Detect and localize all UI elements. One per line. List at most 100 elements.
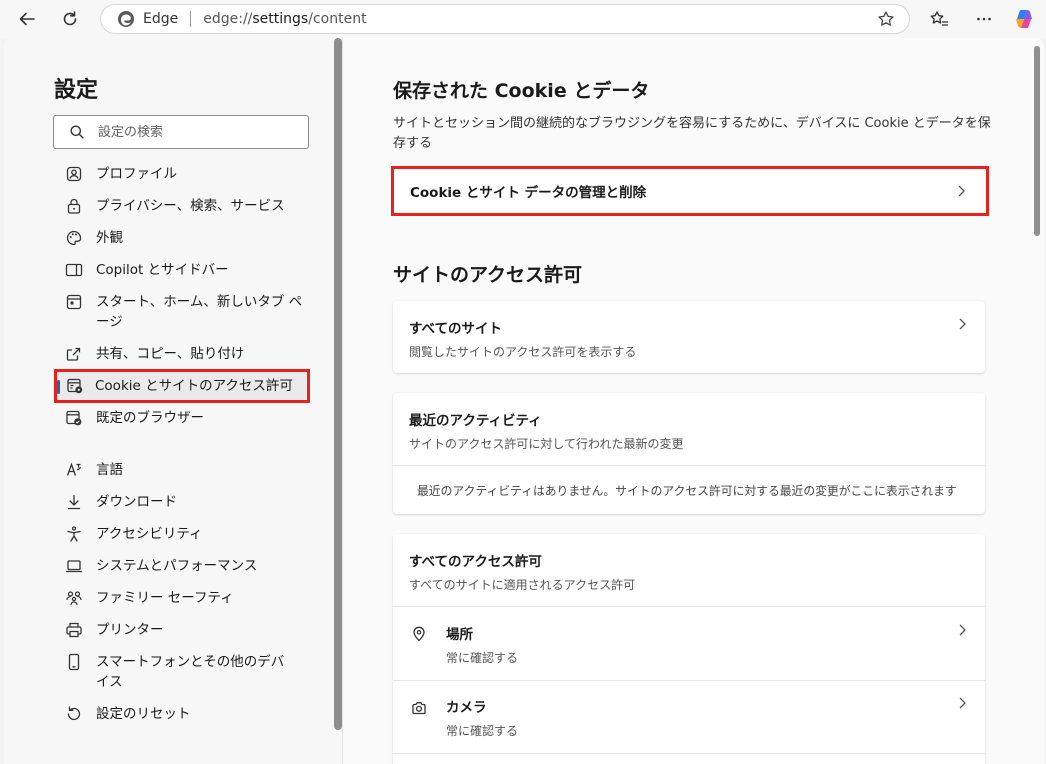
cookies-section-description: サイトとセッション間の継続的なブラウジングを容易にするために、デバイスに Coo…: [393, 116, 991, 151]
search-input[interactable]: [98, 124, 288, 140]
sidebar-item-label: Copilot とサイドバー: [96, 262, 229, 278]
camera-icon: [412, 702, 426, 715]
sidebar-item-cookies-permissions[interactable]: Cookie とサイトのアクセス許可: [54, 369, 310, 403]
permission-row-location[interactable]: 場所 常に確認する: [393, 607, 985, 679]
sidebar-item-accessibility[interactable]: アクセシビリティ: [54, 524, 310, 544]
url-path: /content: [308, 11, 367, 27]
permission-subtitle: 常に確認する: [446, 724, 519, 738]
favorite-star-icon[interactable]: [877, 10, 895, 28]
favorites-list-icon: [930, 11, 948, 26]
sidebar-item-profile[interactable]: プロファイル: [54, 164, 310, 184]
sidebar-item-printers[interactable]: プリンター: [54, 620, 310, 640]
recent-activity-card: 最近のアクティビティ サイトのアクセス許可に対して行われた最新の変更 最近のアク…: [393, 393, 985, 514]
browser-icon: [66, 410, 82, 426]
address-bar[interactable]: Edge edge://settings/content: [100, 4, 910, 34]
reset-icon: [67, 706, 81, 721]
all-sites-title: すべてのサイト: [409, 321, 503, 337]
sidebar-item-label: 既定のブラウザー: [96, 410, 204, 426]
sidebar-divider: [342, 38, 343, 764]
address-separator: [190, 11, 192, 27]
all-sites-card[interactable]: すべてのサイト 閲覧したサイトのアクセス許可を表示する: [393, 301, 985, 373]
manage-cookies-button[interactable]: Cookie とサイト データの管理と削除: [391, 166, 989, 216]
sidebar-item-start-home[interactable]: スタート、ホーム、新しいタブ ページ: [54, 292, 310, 332]
more-menu-button[interactable]: [969, 4, 999, 34]
permission-title: 場所: [446, 627, 473, 643]
permissions-section-heading: サイトのアクセス許可: [393, 264, 583, 286]
url-text: edge://settings/content: [203, 11, 366, 27]
sidebar-scrollbar[interactable]: [334, 38, 342, 730]
more-dots-icon: [977, 17, 991, 21]
sidebar-item-default-browser[interactable]: 既定のブラウザー: [54, 408, 310, 428]
profile-icon: [66, 166, 82, 182]
chevron-right-icon: [959, 318, 966, 330]
url-prefix: edge://: [203, 11, 253, 27]
refresh-button[interactable]: [55, 4, 85, 34]
row-divider: [393, 753, 985, 754]
sidebar-item-label: システムとパフォーマンス: [96, 558, 258, 574]
recent-activity-empty-message: 最近のアクティビティはありません。サイトのアクセス許可に対する最近の変更がここに…: [417, 484, 957, 498]
sidebar-item-privacy[interactable]: プライバシー、検索、サービス: [54, 196, 310, 216]
cookie-permission-icon: [67, 378, 83, 394]
chevron-right-icon: [958, 185, 965, 197]
sidebar-item-label: 外観: [96, 230, 123, 246]
back-arrow-icon: [19, 12, 35, 26]
sidebar-item-label: Cookie とサイトのアクセス許可: [95, 378, 293, 394]
permission-title: カメラ: [446, 700, 487, 716]
all-permissions-subtitle: すべてのサイトに適用されるアクセス許可: [409, 578, 636, 592]
sidebar-item-system[interactable]: システムとパフォーマンス: [54, 556, 310, 576]
permission-row-camera[interactable]: カメラ 常に確認する: [393, 681, 985, 753]
sidebar-item-share-copy[interactable]: 共有、コピー、貼り付け: [54, 344, 310, 364]
download-icon: [67, 494, 81, 510]
palette-icon: [66, 230, 82, 246]
sidebar-item-label: ファミリー セーフティ: [96, 590, 234, 606]
sidebar-item-copilot-sidebar[interactable]: Copilot とサイドバー: [54, 260, 310, 280]
sidebar-item-label: プリンター: [96, 622, 164, 638]
main-scrollbar[interactable]: [1034, 46, 1040, 236]
sidebar-item-reset[interactable]: 設定のリセット: [54, 704, 310, 724]
copilot-button[interactable]: [1009, 4, 1039, 34]
back-button[interactable]: [12, 4, 42, 34]
share-icon: [66, 347, 81, 361]
home-icon: [66, 294, 82, 310]
chevron-right-icon: [959, 697, 966, 709]
sidebar-item-label: アクセシビリティ: [96, 526, 203, 542]
recent-activity-subtitle: サイトのアクセス許可に対して行われた最新の変更: [409, 437, 684, 451]
edge-logo-icon: [118, 11, 134, 27]
printer-icon: [66, 622, 82, 638]
sidebar-icon: [65, 263, 83, 277]
sidebar-item-label: 言語: [96, 462, 123, 478]
sidebar-item-appearance[interactable]: 外観: [54, 228, 310, 248]
page-title: 設定: [54, 78, 99, 103]
accessibility-icon: [67, 526, 81, 542]
settings-search[interactable]: [53, 115, 309, 149]
favorites-button[interactable]: [924, 4, 954, 34]
settings-page: 設定 プロファイル プライバシー、検索、サービス 外観 Copilot とサイド…: [4, 38, 1044, 764]
sidebar-item-phone-devices[interactable]: スマートフォンとその他のデバイス: [54, 652, 310, 692]
sidebar-item-languages[interactable]: 言語: [54, 460, 310, 480]
all-permissions-card: すべてのアクセス許可 すべてのサイトに適用されるアクセス許可 場所 常に確認する…: [393, 534, 985, 764]
sidebar-item-label: プロファイル: [96, 166, 177, 182]
sidebar-item-downloads[interactable]: ダウンロード: [54, 492, 310, 512]
family-icon: [66, 591, 82, 606]
lock-icon: [67, 198, 81, 214]
url-host: settings: [252, 11, 309, 27]
sidebar-item-label: スタート、ホーム、新しいタブ ページ: [96, 294, 303, 330]
sidebar-item-label: スマートフォンとその他のデバイス: [96, 654, 285, 690]
system-icon: [65, 560, 83, 573]
sidebar-item-family-safety[interactable]: ファミリー セーフティ: [54, 588, 310, 608]
all-sites-subtitle: 閲覧したサイトのアクセス許可を表示する: [409, 345, 637, 359]
sidebar-item-label: ダウンロード: [96, 494, 177, 510]
search-icon: [70, 125, 84, 139]
chevron-right-icon: [959, 624, 966, 636]
settings-sidebar: 設定 プロファイル プライバシー、検索、サービス 外観 Copilot とサイド…: [4, 38, 342, 764]
browser-toolbar: Edge edge://settings/content: [0, 0, 1046, 38]
all-permissions-title: すべてのアクセス許可: [409, 554, 542, 570]
recent-activity-title: 最近のアクティビティ: [409, 413, 542, 429]
copilot-icon: [1016, 10, 1032, 28]
phone-icon: [68, 653, 80, 671]
location-icon: [413, 626, 425, 642]
language-icon: [66, 462, 82, 476]
site-name: Edge: [143, 11, 179, 27]
sidebar-item-label: プライバシー、検索、サービス: [96, 198, 285, 214]
sidebar-item-label: 設定のリセット: [96, 706, 191, 722]
